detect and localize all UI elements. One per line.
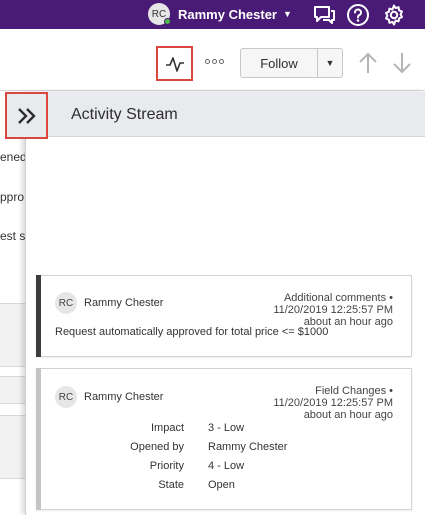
user-name: Rammy Chester [178, 6, 277, 22]
activity-meta: Additional comments • 11/20/2019 12:25:5… [273, 292, 393, 328]
follow-dropdown-button[interactable]: ▼ [318, 48, 343, 78]
form-section-block [0, 415, 28, 479]
panel-header: Activity Stream [26, 92, 425, 137]
avatar-initials: RC [151, 8, 167, 20]
form-section-block [0, 376, 28, 404]
field-label: Opened by [130, 441, 184, 453]
activity-user[interactable]: Rammy Chester [84, 391, 163, 403]
field-value: Rammy Chester [208, 441, 288, 453]
activity-relative-time: about an hour ago [303, 409, 393, 421]
field-value: 4 - Low [208, 460, 245, 472]
field-change-row: State Open [55, 479, 395, 493]
card-accent-bar [36, 275, 41, 357]
activity-card-comment: RC Rammy Chester Additional comments • 1… [36, 275, 412, 357]
field-label: State [158, 479, 184, 491]
double-chevron-right-icon [17, 107, 36, 124]
activity-timestamp: 11/20/2019 12:25:57 PM [273, 397, 393, 409]
arrow-up-icon[interactable] [357, 51, 379, 75]
form-fragment-text: ened [0, 150, 26, 164]
field-value: Open [208, 479, 235, 491]
chevron-down-icon: ▼ [283, 9, 292, 19]
avatar: RC [55, 292, 77, 314]
field-change-row: Impact 3 - Low [55, 422, 395, 436]
bullet-separator: • [389, 292, 393, 304]
form-fragment-text: ppro [0, 190, 25, 204]
activity-type: Additional comments [283, 292, 387, 304]
form-toolbar: Follow ▼ [0, 29, 425, 91]
activity-pulse-icon [165, 56, 184, 72]
collapse-panel-button[interactable] [5, 92, 48, 139]
activity-user[interactable]: Rammy Chester [84, 297, 163, 309]
follow-group: Follow ▼ [240, 48, 343, 78]
chat-icon[interactable] [312, 3, 336, 27]
activity-card-field-changes: RC Rammy Chester Field Changes • 11/20/2… [36, 368, 412, 510]
avatar: RC [148, 3, 171, 25]
field-change-row: Priority 4 - Low [55, 460, 395, 474]
activity-message: Request automatically approved for total… [55, 326, 329, 338]
activity-timestamp: 11/20/2019 12:25:57 PM [273, 304, 393, 316]
form-section-block [0, 303, 28, 367]
panel-title: Activity Stream [71, 106, 178, 123]
field-change-row: Opened by Rammy Chester [55, 441, 395, 455]
field-label: Priority [149, 460, 184, 472]
activity-meta: Field Changes • 11/20/2019 12:25:57 PM a… [273, 385, 393, 421]
user-menu[interactable]: RC Rammy Chester ▼ [148, 3, 292, 25]
presence-indicator [164, 18, 171, 25]
arrow-down-icon[interactable] [391, 51, 413, 75]
card-accent-bar [36, 368, 41, 510]
help-icon[interactable] [346, 3, 370, 27]
form-fragment-text: est st [0, 229, 26, 243]
activity-stream-button[interactable] [156, 46, 193, 81]
field-value: 3 - Low [208, 422, 245, 434]
top-navigation-bar: RC Rammy Chester ▼ [0, 0, 425, 29]
bullet-separator: • [389, 385, 393, 397]
more-options-icon[interactable] [205, 59, 224, 69]
field-label: Impact [150, 422, 184, 434]
gear-icon[interactable] [382, 3, 406, 27]
avatar: RC [55, 386, 77, 408]
activity-type: Field Changes [315, 385, 387, 397]
follow-button[interactable]: Follow [240, 48, 318, 78]
